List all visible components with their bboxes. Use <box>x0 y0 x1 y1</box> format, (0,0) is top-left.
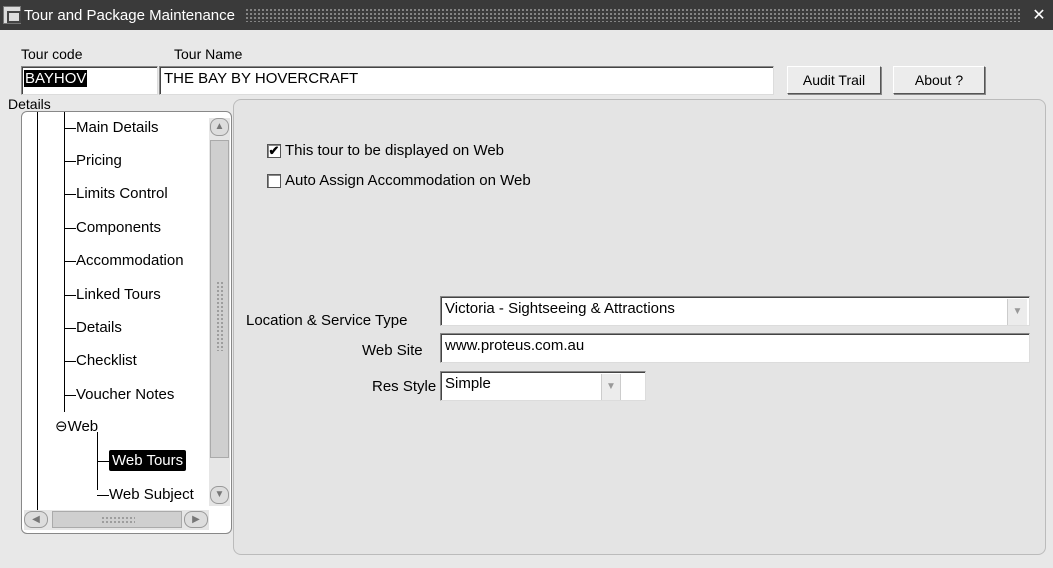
details-label: Details <box>8 96 51 112</box>
tree-item-web-subject[interactable]: Web Subject <box>97 482 194 508</box>
navigation-tree: Main Details Pricing Limits Control Comp… <box>21 111 232 534</box>
tour-name-field[interactable]: THE BAY BY HOVERCRAFT <box>159 66 774 95</box>
auto-assign-checkbox[interactable] <box>267 173 281 188</box>
tree-item-web-tours[interactable]: Web Tours <box>97 448 187 474</box>
display-on-web-checkbox[interactable]: ✔ <box>267 143 281 158</box>
scroll-down-icon[interactable]: ▼ <box>210 486 229 504</box>
location-service-type-select[interactable]: Victoria - Sightseeing & Attractions ▼ <box>440 296 1030 326</box>
scroll-right-icon[interactable]: ▶ <box>184 511 208 528</box>
title-bar: Tour and Package Maintenance ✕ <box>0 0 1053 30</box>
tour-code-field[interactable]: BAYHOV <box>21 66 158 95</box>
collapse-icon[interactable]: ⊖ <box>55 418 68 435</box>
tour-code-value: BAYHOV <box>24 70 88 87</box>
scroll-thumb[interactable] <box>210 140 229 458</box>
location-service-type-label: Location & Service Type <box>246 312 408 329</box>
audit-trail-button[interactable]: Audit Trail <box>787 66 881 94</box>
tree-item-details[interactable]: Details <box>64 315 122 341</box>
scroll-left-icon[interactable]: ◀ <box>24 511 48 528</box>
scroll-up-icon[interactable]: ▲ <box>210 118 229 136</box>
tree-item-web[interactable]: ⊖Web <box>55 414 98 440</box>
window-title: Tour and Package Maintenance <box>24 6 235 24</box>
title-bar-grip <box>244 8 1021 22</box>
web-site-label: Web Site <box>362 342 423 359</box>
scroll-thumb-horizontal[interactable] <box>52 511 182 528</box>
tree-item-limits-control[interactable]: Limits Control <box>64 181 168 207</box>
res-style-value: Simple <box>445 375 491 392</box>
web-site-field[interactable]: www.proteus.com.au <box>440 333 1030 363</box>
tree-item-accommodation[interactable]: Accommodation <box>64 248 184 274</box>
about-button[interactable]: About ? <box>893 66 985 94</box>
auto-assign-row[interactable]: Auto Assign Accommodation on Web <box>267 172 531 189</box>
display-on-web-label: This tour to be displayed on Web <box>285 142 505 159</box>
tour-name-label: Tour Name <box>174 46 243 62</box>
tour-code-label: Tour code <box>21 46 83 62</box>
res-style-select[interactable]: Simple ▼ <box>440 371 646 401</box>
auto-assign-label: Auto Assign Accommodation on Web <box>285 172 531 189</box>
location-service-type-value: Victoria - Sightseeing & Attractions <box>445 300 675 317</box>
tree-item-linked-tours[interactable]: Linked Tours <box>64 282 161 308</box>
chevron-down-icon[interactable]: ▼ <box>601 374 621 400</box>
close-icon[interactable]: ✕ <box>1029 5 1049 25</box>
res-style-label: Res Style <box>372 378 437 395</box>
chevron-down-icon[interactable]: ▼ <box>1007 299 1027 325</box>
tree-item-pricing[interactable]: Pricing <box>64 148 122 174</box>
tree-vertical-scrollbar[interactable]: ▲ ▼ <box>209 118 230 506</box>
tree-horizontal-scrollbar[interactable]: ◀ ▶ <box>24 510 209 530</box>
tree-item-components[interactable]: Components <box>64 215 161 241</box>
tree-item-checklist[interactable]: Checklist <box>64 348 137 374</box>
tree-item-main-details[interactable]: Main Details <box>64 115 159 141</box>
tree-item-voucher-notes[interactable]: Voucher Notes <box>64 382 174 408</box>
app-icon <box>3 6 21 24</box>
display-on-web-row[interactable]: ✔ This tour to be displayed on Web <box>267 142 504 159</box>
